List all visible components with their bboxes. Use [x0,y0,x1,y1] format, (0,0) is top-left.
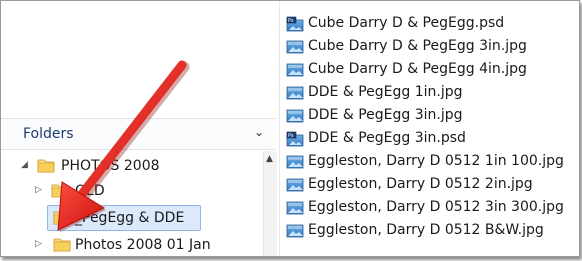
chevron-down-icon[interactable]: ⌄ [254,125,264,139]
tree-scrollbar[interactable]: ▲ [263,151,277,256]
tree-item-label: _PegEgg & DDE [75,210,185,226]
folder-icon [53,209,71,225]
image-file-icon [286,223,304,239]
file-item[interactable]: Eggleston, Darry D 0512 3in 300.jpg [286,198,576,219]
file-item[interactable]: Cube Darry D & PegEgg.psd [286,14,576,35]
file-item[interactable]: Eggleston, Darry D 0512 B&W.jpg [286,221,576,242]
file-item[interactable]: DDE & PegEgg 3in.jpg [286,106,576,127]
folders-header-label: Folders [23,126,74,142]
file-name: DDE & PegEgg 1in.jpg [308,84,463,100]
file-item[interactable]: Cube Darry D & PegEgg 4in.jpg [286,60,576,81]
tree-item-old[interactable]: ▷ OLD [1,180,263,202]
file-name: DDE & PegEgg 3in.jpg [308,107,463,123]
file-item[interactable]: DDE & PegEgg 3in.psd [286,129,576,150]
image-file-icon [286,85,304,101]
tree-item-label: PHOTOS 2008 [61,158,160,174]
collapsed-triangle-icon[interactable]: ▷ [35,185,42,195]
tree-item-pegegg-dde[interactable]: _PegEgg & DDE [1,205,263,231]
folder-icon [53,236,71,252]
folder-icon [51,182,69,198]
file-item[interactable]: Eggleston, Darry D 0512 1in 100.jpg [286,152,576,173]
file-name: DDE & PegEgg 3in.psd [308,130,466,146]
image-file-icon [286,177,304,193]
file-item[interactable]: DDE & PegEgg 1in.jpg [286,83,576,104]
tree-item-label: Photos 2008 01 Jan [75,237,211,253]
image-file-icon [286,108,304,124]
file-item[interactable]: Cube Darry D & PegEgg 3in.jpg [286,37,576,58]
tree-item-photos-2008-01-jan[interactable]: ▷ Photos 2008 01 Jan [1,234,263,256]
file-name: Cube Darry D & PegEgg 3in.jpg [308,38,527,54]
file-name: Cube Darry D & PegEgg.psd [308,15,505,31]
folder-tree: ◢ PHOTOS 2008 ▷ OLD _PegEgg & DDE ▷ Phot… [1,151,263,256]
file-name: Eggleston, Darry D 0512 2in.jpg [308,176,533,192]
psd-file-icon [286,131,304,147]
navigation-pane: Folders ⌄ ◢ PHOTOS 2008 ▷ OLD _PegEgg & … [1,1,277,256]
file-list: Cube Darry D & PegEgg.psd Cube Darry D &… [279,1,579,256]
psd-file-icon [286,16,304,32]
collapsed-triangle-icon[interactable]: ▷ [35,239,42,249]
file-name: Eggleston, Darry D 0512 3in 300.jpg [308,199,564,215]
folder-icon [37,157,55,173]
file-item[interactable]: Eggleston, Darry D 0512 2in.jpg [286,175,576,196]
scroll-up-arrow-icon[interactable]: ▲ [266,154,273,164]
image-file-icon [286,39,304,55]
image-file-icon [286,200,304,216]
expanded-triangle-icon[interactable]: ◢ [21,160,28,170]
image-file-icon [286,154,304,170]
explorer-window: Folders ⌄ ◢ PHOTOS 2008 ▷ OLD _PegEgg & … [0,0,580,257]
file-name: Eggleston, Darry D 0512 B&W.jpg [308,222,544,238]
tree-item-label: OLD [75,183,105,199]
image-file-icon [286,62,304,78]
file-name: Eggleston, Darry D 0512 1in 100.jpg [308,153,564,169]
folders-header[interactable]: Folders ⌄ [1,118,276,150]
tree-item-photos-2008[interactable]: ◢ PHOTOS 2008 [1,155,263,177]
file-name: Cube Darry D & PegEgg 4in.jpg [308,61,527,77]
